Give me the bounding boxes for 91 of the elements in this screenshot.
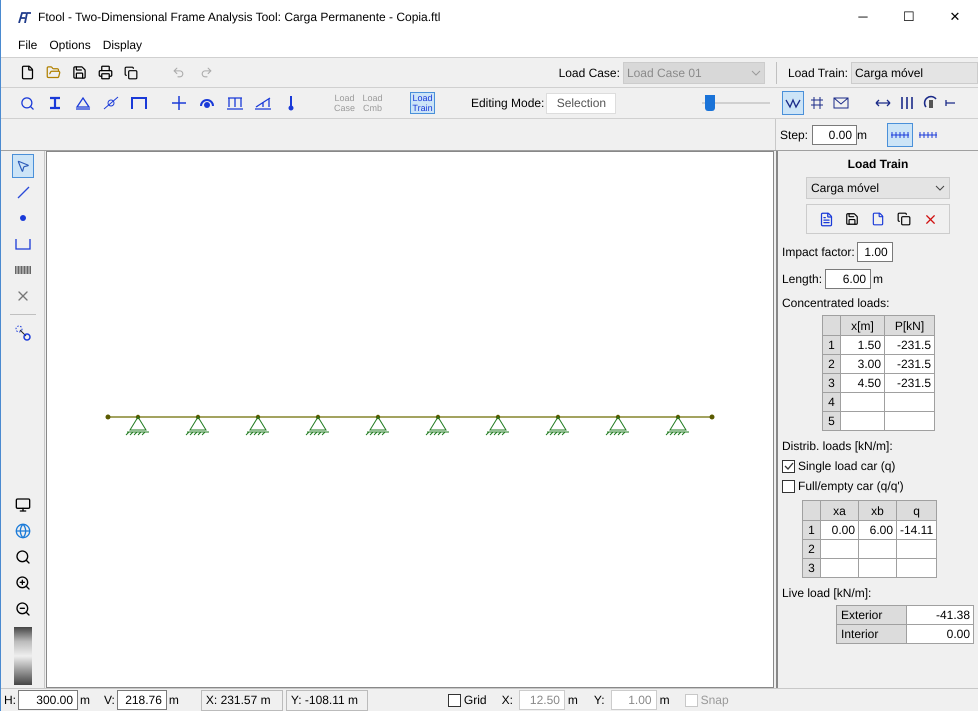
table-cell[interactable] bbox=[820, 540, 858, 558]
v-field[interactable]: 218.76 bbox=[116, 690, 167, 710]
step-field[interactable]: 0.00 bbox=[812, 124, 858, 144]
unit-label: m bbox=[857, 126, 868, 144]
table-cell[interactable]: 4.50 bbox=[840, 374, 884, 392]
table-cell[interactable]: -14.11 bbox=[896, 520, 937, 540]
length-label: Length: bbox=[782, 271, 822, 288]
maximize-button[interactable]: ☐ bbox=[886, 0, 932, 33]
menu-item[interactable]: File bbox=[17, 36, 38, 54]
load-train-label: Load Train: bbox=[788, 64, 848, 82]
app-logo-icon bbox=[18, 10, 32, 22]
table-cell[interactable]: 1.50 bbox=[840, 336, 884, 354]
shade-bar[interactable] bbox=[14, 627, 32, 685]
row-header: 3 bbox=[822, 374, 840, 392]
load-mode-button[interactable]: Load Train bbox=[410, 92, 435, 114]
row-header: 1 bbox=[822, 336, 840, 354]
table-cell[interactable] bbox=[884, 392, 934, 412]
live-load-label: Live load [kN/m]: bbox=[782, 585, 872, 602]
chevron-icon bbox=[935, 185, 945, 191]
table-cell[interactable]: 0.00 bbox=[906, 624, 974, 644]
table-cell[interactable]: -231.5 bbox=[884, 374, 934, 392]
table-cell[interactable] bbox=[820, 558, 858, 578]
column-header: P[kN] bbox=[884, 316, 934, 336]
impact-factor-label: Impact factor: bbox=[782, 244, 855, 261]
close-button[interactable]: ✕ bbox=[932, 0, 978, 33]
editing-mode-field: Selection bbox=[546, 92, 616, 114]
editing-mode-label: Editing Mode: bbox=[471, 95, 544, 112]
unit-label: m bbox=[568, 692, 578, 709]
load-case-label: Load Case: bbox=[558, 64, 620, 82]
concentrated-loads-label: Concentrated loads: bbox=[782, 295, 890, 312]
column-header: xa bbox=[820, 500, 858, 520]
menu-item[interactable]: Options bbox=[48, 36, 92, 54]
pointer-icon[interactable] bbox=[12, 154, 34, 178]
grid-checkbox[interactable] bbox=[448, 694, 461, 706]
table-cell[interactable]: -41.38 bbox=[906, 606, 974, 624]
checkbox[interactable] bbox=[782, 480, 795, 492]
grid-x-label: X: bbox=[502, 692, 513, 709]
x-coordinate: X: 231.57 m bbox=[200, 690, 283, 710]
ruler-icon[interactable] bbox=[887, 122, 914, 146]
scale-slider[interactable] bbox=[702, 95, 770, 111]
checkbox-label: Full/empty car (q/q') bbox=[798, 478, 904, 495]
table-cell[interactable] bbox=[896, 558, 937, 578]
table-corner bbox=[802, 500, 820, 520]
column-header: x[m] bbox=[840, 316, 884, 336]
row-header: Exterior bbox=[836, 606, 907, 624]
panel-title: Load Train bbox=[846, 156, 910, 173]
unit-label: m bbox=[873, 271, 884, 288]
minimize-button[interactable]: ─ bbox=[840, 0, 886, 33]
table-cell[interactable]: 3.00 bbox=[840, 354, 884, 374]
table-cell[interactable]: 6.00 bbox=[858, 520, 896, 540]
h-field[interactable]: 300.00 bbox=[18, 690, 78, 710]
zigzag-icon[interactable] bbox=[782, 91, 804, 115]
table-cell[interactable] bbox=[840, 392, 884, 412]
length-field[interactable]: 6.00 bbox=[825, 269, 872, 289]
step-label: Step: bbox=[780, 126, 808, 144]
table-cell[interactable] bbox=[858, 558, 896, 578]
row-header: 4 bbox=[822, 392, 840, 412]
v-label: V: bbox=[104, 692, 115, 709]
window-title: Ftool - Two-Dimensional Frame Analysis Tool: Carga Permanente - Copia.ftl bbox=[38, 8, 440, 26]
table-cell[interactable] bbox=[896, 540, 937, 558]
distrib-loads-label: Distrib. loads [kN/m]: bbox=[782, 438, 894, 455]
table-cell[interactable]: -231.5 bbox=[884, 354, 934, 374]
unit-label: m bbox=[168, 692, 179, 709]
row-header: 5 bbox=[822, 412, 840, 430]
menu-item[interactable]: Display bbox=[102, 36, 144, 54]
grid-label: Grid bbox=[464, 692, 487, 709]
y-coordinate: Y: -108.11 m bbox=[286, 690, 368, 710]
unit-label: m bbox=[80, 692, 90, 709]
column-header: q bbox=[896, 500, 937, 520]
unit-label: m bbox=[660, 692, 670, 709]
snap-label: Snap bbox=[700, 692, 729, 709]
row-header: Interior bbox=[836, 624, 907, 644]
chevron-icon bbox=[750, 70, 761, 76]
load-train-dropdown[interactable]: Carga móvel bbox=[851, 62, 978, 84]
table-cell[interactable]: -231.5 bbox=[884, 336, 934, 354]
checkbox-label: Single load car (q) bbox=[798, 458, 896, 475]
table-cell[interactable] bbox=[858, 540, 896, 558]
table-cell[interactable]: 0.00 bbox=[820, 520, 858, 540]
checkbox[interactable] bbox=[782, 460, 795, 472]
table-cell[interactable] bbox=[840, 412, 884, 430]
row-header: 3 bbox=[802, 558, 820, 578]
table-cell[interactable] bbox=[884, 412, 934, 430]
column-header: xb bbox=[858, 500, 896, 520]
row-header: 2 bbox=[802, 540, 820, 558]
grid-y-label: Y: bbox=[594, 692, 605, 709]
table-corner bbox=[822, 316, 840, 336]
h-label: H: bbox=[4, 692, 16, 709]
train-dropdown[interactable]: Carga móvel bbox=[806, 177, 950, 199]
row-header: 2 bbox=[822, 354, 840, 374]
impact-factor-field[interactable]: 1.00 bbox=[856, 242, 893, 262]
row-header: 1 bbox=[802, 520, 820, 540]
